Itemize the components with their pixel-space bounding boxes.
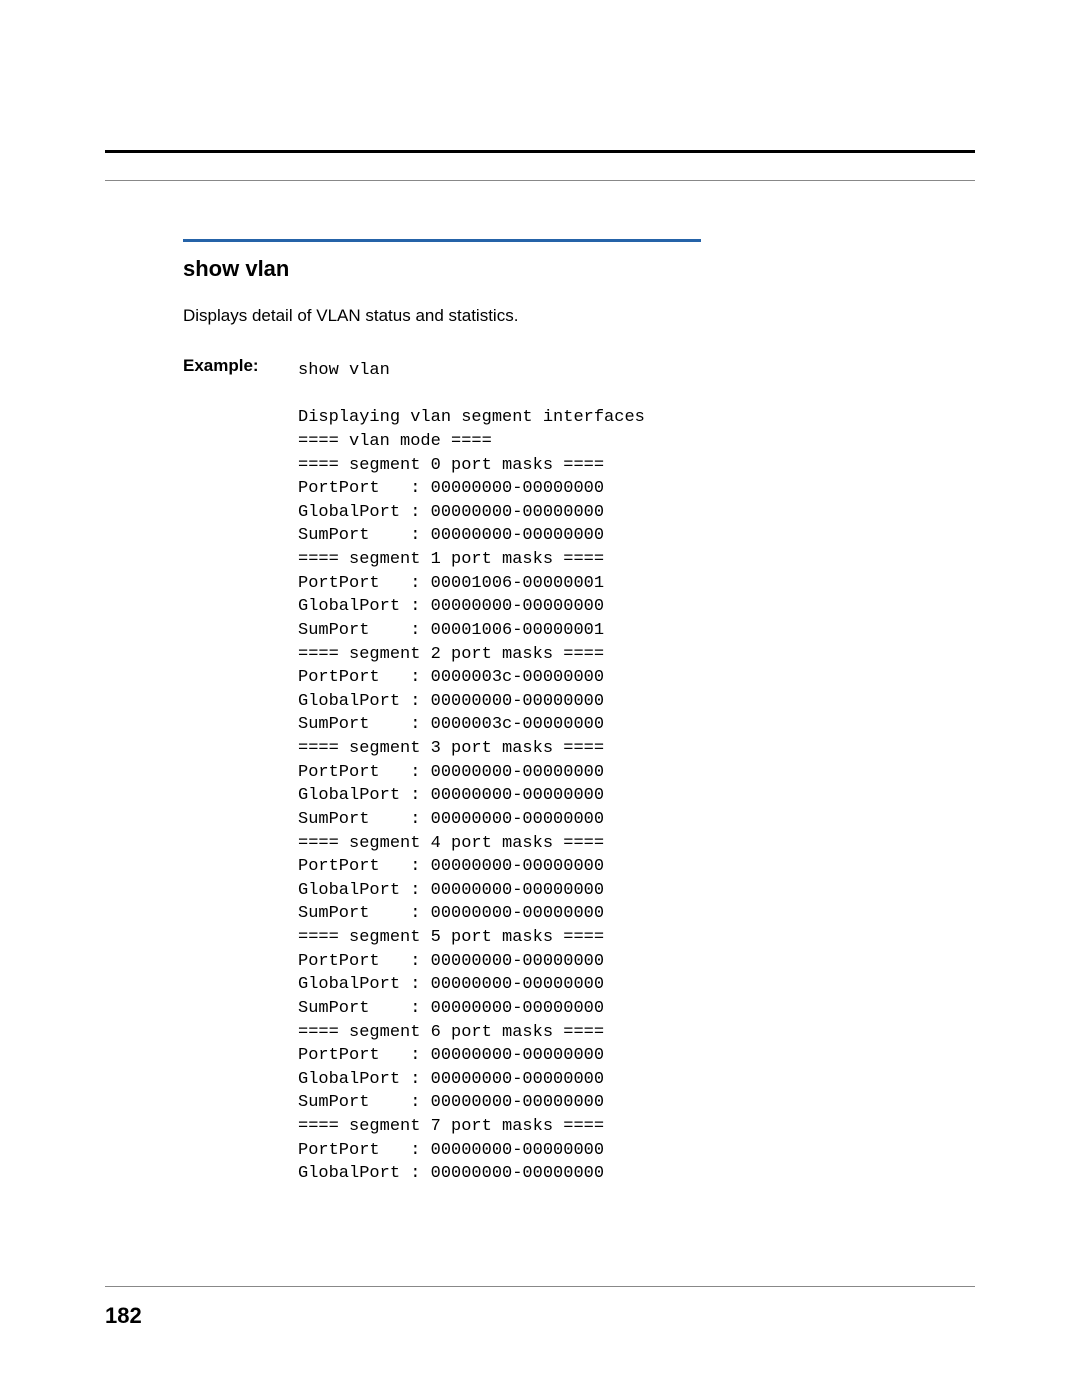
code-line: ==== segment 4 port masks ==== [298, 834, 604, 853]
top-rule [105, 150, 975, 153]
code-line: ==== vlan mode ==== [298, 432, 492, 451]
command-title: show vlan [183, 256, 975, 282]
code-line: PortPort : 00001006-00000001 [298, 574, 604, 593]
code-line: SumPort : 00001006-00000001 [298, 621, 604, 640]
code-line: ==== segment 7 port masks ==== [298, 1117, 604, 1136]
code-line: ==== segment 2 port masks ==== [298, 645, 604, 664]
code-line: GlobalPort : 00000000-00000000 [298, 786, 604, 805]
code-line: SumPort : 0000003c-00000000 [298, 715, 604, 734]
code-line: GlobalPort : 00000000-00000000 [298, 692, 604, 711]
code-line: SumPort : 00000000-00000000 [298, 999, 604, 1018]
code-line: ==== segment 0 port masks ==== [298, 456, 604, 475]
content-area: show vlan Displays detail of VLAN status… [105, 180, 975, 1186]
code-line: GlobalPort : 00000000-00000000 [298, 975, 604, 994]
blue-rule [183, 239, 701, 242]
code-line: GlobalPort : 00000000-00000000 [298, 1164, 604, 1183]
code-line: show vlan [298, 361, 390, 380]
section: show vlan Displays detail of VLAN status… [183, 239, 975, 1186]
thin-rule-bottom [105, 1286, 975, 1287]
code-line: GlobalPort : 00000000-00000000 [298, 503, 604, 522]
thin-rule-top [105, 180, 975, 181]
code-line: ==== segment 1 port masks ==== [298, 550, 604, 569]
code-line: ==== segment 3 port masks ==== [298, 739, 604, 758]
code-line: SumPort : 00000000-00000000 [298, 1093, 604, 1112]
code-line: Displaying vlan segment interfaces [298, 408, 645, 427]
code-line: GlobalPort : 00000000-00000000 [298, 1070, 604, 1089]
code-line: PortPort : 00000000-00000000 [298, 952, 604, 971]
code-line: PortPort : 00000000-00000000 [298, 763, 604, 782]
code-line: PortPort : 00000000-00000000 [298, 1141, 604, 1160]
code-block: show vlan Displaying vlan segment interf… [298, 359, 975, 1186]
page-number: 182 [105, 1303, 142, 1329]
code-line: PortPort : 00000000-00000000 [298, 857, 604, 876]
code-line: PortPort : 0000003c-00000000 [298, 668, 604, 687]
code-line: PortPort : 00000000-00000000 [298, 479, 604, 498]
code-line: GlobalPort : 00000000-00000000 [298, 597, 604, 616]
code-line: ==== segment 5 port masks ==== [298, 928, 604, 947]
code-line: SumPort : 00000000-00000000 [298, 904, 604, 923]
command-description: Displays detail of VLAN status and stati… [183, 306, 975, 326]
code-line: ==== segment 6 port masks ==== [298, 1023, 604, 1042]
code-line: PortPort : 00000000-00000000 [298, 1046, 604, 1065]
code-line: SumPort : 00000000-00000000 [298, 526, 604, 545]
code-line: GlobalPort : 00000000-00000000 [298, 881, 604, 900]
code-line: SumPort : 00000000-00000000 [298, 810, 604, 829]
